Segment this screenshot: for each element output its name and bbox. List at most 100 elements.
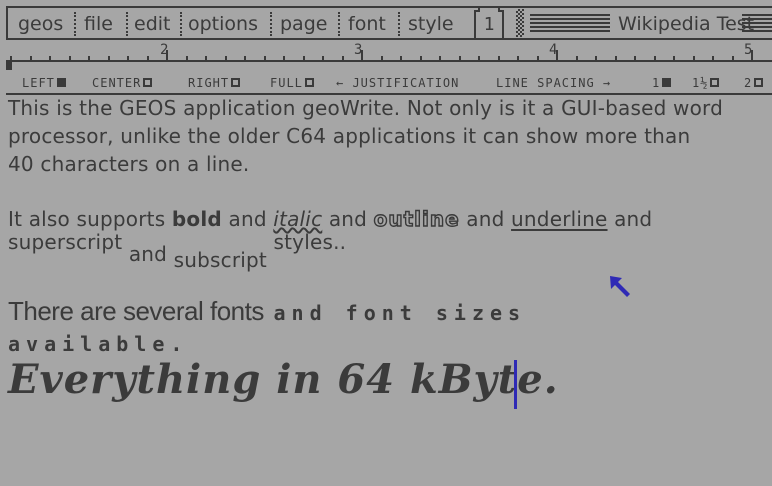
fonts-line-2: available. (8, 332, 189, 356)
ruler-tick (459, 56, 461, 60)
menu-separator (270, 12, 272, 36)
ruler-baseline (6, 60, 772, 62)
ruler-tick (439, 56, 441, 60)
spacing-option-1-5[interactable]: 1½ (692, 74, 720, 92)
ruler-tick (147, 56, 149, 60)
justify-left-option[interactable]: LEFT (22, 74, 66, 92)
text-run: and (128, 242, 168, 266)
checkbox-empty-icon[interactable] (304, 78, 314, 87)
ruler-tick (225, 56, 227, 60)
text-run: and (328, 207, 368, 231)
menu-geos[interactable]: geos (18, 11, 63, 37)
page-number-box[interactable]: 1 (474, 6, 504, 40)
underline-sample: underline (511, 207, 608, 231)
ruler-tick (108, 56, 110, 60)
ruler-tick (420, 56, 422, 60)
ruler-tick (478, 56, 480, 60)
checkbox-filled-icon[interactable] (56, 78, 66, 87)
fonts-line: There are several fonts and font sizes (8, 296, 526, 327)
text-run: and (228, 207, 267, 231)
menu-options[interactable]: options (188, 11, 258, 37)
ruler-tick (186, 56, 188, 60)
paragraph-line: processor, unlike the older C64 applicat… (8, 124, 691, 148)
checkbox-empty-icon[interactable] (710, 78, 720, 87)
ruler-number: 2 (160, 42, 169, 58)
spacing-option-1[interactable]: 1 (652, 74, 672, 92)
superscript-sample: superscript (8, 230, 123, 254)
spacing-option-2[interactable]: 2 (744, 74, 764, 92)
ruler-tick (634, 56, 636, 60)
justify-right-label: RIGHT (188, 76, 230, 90)
spacing-1-label: 1 (652, 76, 661, 90)
justification-label: ← JUSTIFICATION (336, 76, 460, 90)
ruler-tick (30, 56, 32, 60)
ruler-tick (49, 56, 51, 60)
ruler-tick (244, 56, 246, 60)
menu-separator (180, 12, 182, 36)
ruler-tick (342, 56, 344, 60)
ruler-tick (88, 56, 90, 60)
title-bar-stripes (742, 14, 772, 34)
justify-full-label: FULL (270, 76, 303, 90)
ruler-tick (127, 56, 129, 60)
ruler-tick (322, 56, 324, 60)
ruler-tick (517, 56, 519, 60)
ruler-number: 5 (744, 42, 753, 58)
justify-center-option[interactable]: CENTER (92, 74, 153, 92)
ruler-tick (303, 56, 305, 60)
spacing-2-label: 2 (744, 76, 753, 90)
menu-style[interactable]: style (408, 11, 454, 37)
menu-file[interactable]: file (84, 11, 113, 37)
text-run: and (466, 207, 505, 231)
ruler-tick (673, 56, 675, 60)
ruler-tick (712, 56, 714, 60)
text-run: styles.. (273, 230, 347, 254)
ruler-tick (264, 56, 266, 60)
ruler-tick (205, 56, 207, 60)
ruler-tick (10, 56, 12, 60)
checkbox-empty-icon[interactable] (754, 78, 764, 87)
justification-bar: LEFT CENTER RIGHT FULL ← JUSTIFICATION L… (6, 74, 772, 92)
ruler-tick (615, 56, 617, 60)
text-cursor-icon (514, 360, 517, 409)
menu-page[interactable]: page (280, 11, 327, 37)
wide-bold-text: and font sizes (273, 301, 527, 325)
menu-separator (398, 12, 400, 36)
left-margin-marker[interactable] (6, 61, 12, 70)
paragraph-line: 40 characters on a line. (8, 152, 250, 176)
ruler-tick (732, 56, 734, 60)
justify-full-option[interactable]: FULL (270, 74, 314, 92)
ruler-tick (595, 56, 597, 60)
ruler-tick (400, 56, 402, 60)
ruler-tick (283, 56, 285, 60)
menu-font[interactable]: font (348, 11, 386, 37)
spacing-1-5-label: 1½ (692, 76, 709, 90)
paragraph-line: This is the GEOS application geoWrite. N… (8, 96, 724, 120)
close-box-icon[interactable] (516, 9, 524, 37)
justify-center-label: CENTER (92, 76, 142, 90)
menu-bar: geos file edit options page font style 1… (6, 6, 772, 40)
line-spacing-label: LINE SPACING → (496, 76, 612, 90)
page-number: 1 (483, 14, 495, 35)
justify-left-label: LEFT (22, 76, 55, 90)
large-sans-text: There are several fonts (8, 296, 264, 326)
script-line: superscript and subscript styles.. (8, 230, 346, 272)
justify-right-option[interactable]: RIGHT (188, 74, 241, 92)
ruler-tick (693, 56, 695, 60)
menu-separator (74, 12, 76, 36)
ruler-tick (498, 56, 500, 60)
ruler-tick (381, 56, 383, 60)
checkbox-filled-icon[interactable] (662, 78, 672, 87)
ruler-tick (537, 56, 539, 60)
ruler-tick (69, 56, 71, 60)
arrow-pointer-icon (610, 276, 630, 297)
menu-edit[interactable]: edit (134, 11, 170, 37)
menu-separator (126, 12, 128, 36)
subscript-sample: subscript (173, 248, 267, 272)
checkbox-empty-icon[interactable] (143, 78, 153, 87)
bold-sample: bold (171, 207, 222, 231)
ruler-number: 3 (354, 42, 363, 58)
ruler-tick (576, 56, 578, 60)
checkbox-empty-icon[interactable] (231, 78, 241, 87)
text-run: It also supports (8, 207, 166, 231)
